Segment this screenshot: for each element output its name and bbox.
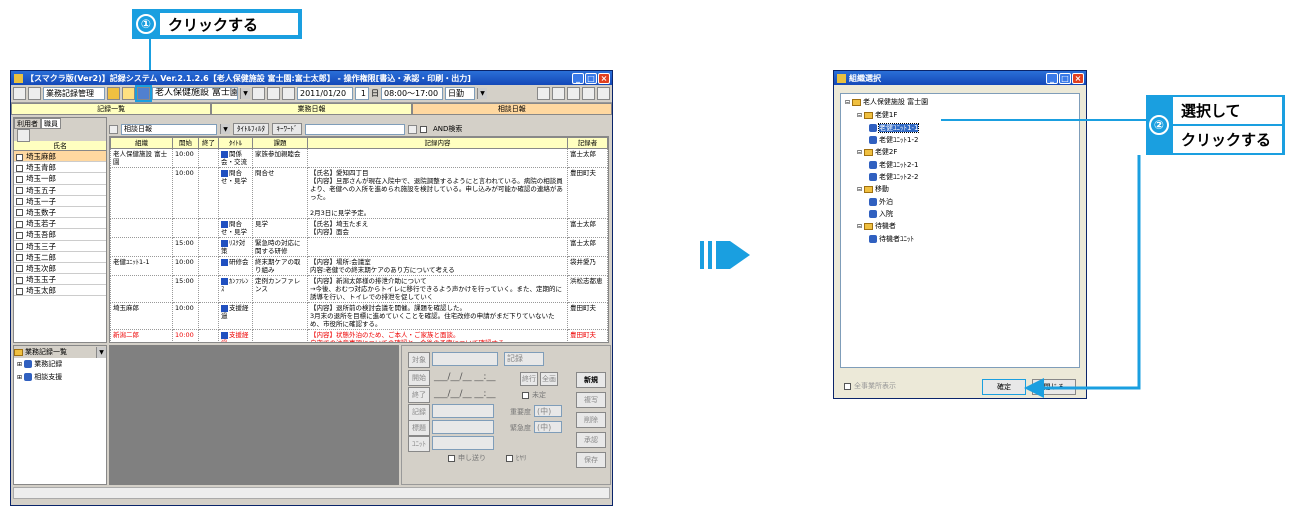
callout-2-connector — [941, 119, 1146, 398]
